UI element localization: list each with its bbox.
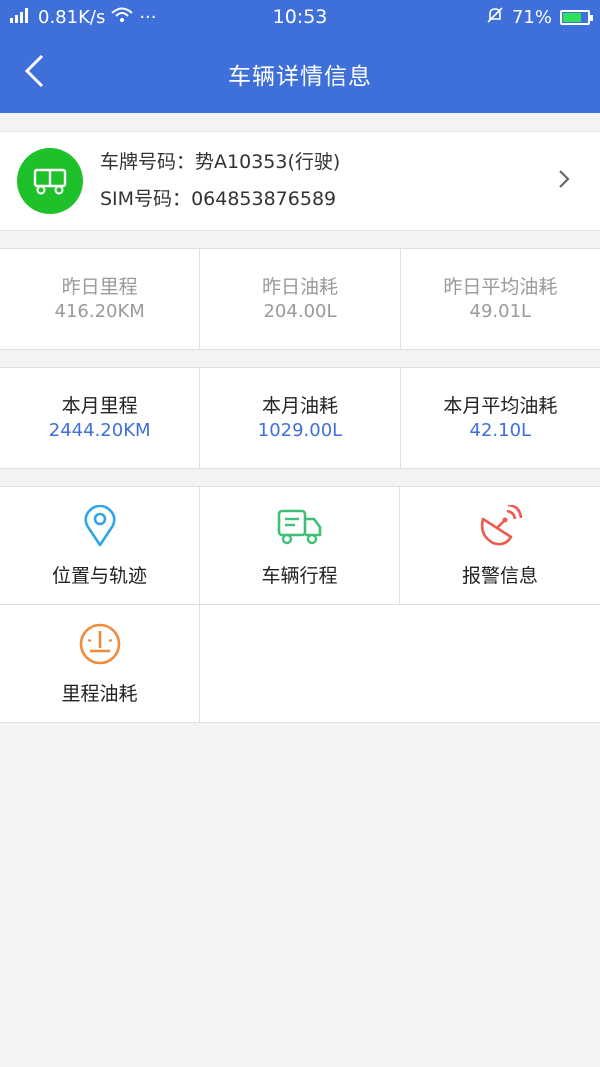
menu-label: 位置与轨迹: [51, 565, 147, 587]
stat-value: 204.00L: [263, 301, 337, 322]
stat-label: 昨日平均油耗: [443, 276, 558, 298]
empty-cell: [200, 605, 600, 722]
back-button[interactable]: [18, 54, 52, 88]
status-bar: 0.81K/s ··· 10:53 71%: [0, 0, 600, 34]
stat-yesterday-mileage: 昨日里程 416.20KM: [0, 249, 201, 349]
menu-label: 里程油耗: [61, 683, 138, 705]
stat-label: 本月油耗: [261, 395, 338, 417]
stat-label: 昨日里程: [61, 276, 138, 298]
stat-value: 42.10L: [469, 420, 532, 441]
menu-vehicle-trip[interactable]: 车辆行程: [200, 487, 400, 604]
vehicle-info-card[interactable]: 车牌号码：势A10353(行驶) SIM号码：064853876589: [0, 131, 600, 231]
battery-icon: [560, 9, 593, 25]
stat-label: 本月里程: [61, 395, 138, 417]
yesterday-stats: 昨日里程 416.20KM 昨日油耗 204.00L 昨日平均油耗 49.01L: [0, 248, 600, 350]
stat-value: 49.01L: [469, 301, 532, 322]
month-stats: 本月里程 2444.20KM 本月油耗 1029.00L 本月平均油耗 42.1…: [0, 367, 600, 469]
stat-month-fuel: 本月油耗 1029.00L: [200, 368, 401, 468]
stat-yesterday-fuel: 昨日油耗 204.00L: [200, 249, 401, 349]
chevron-right-icon: [558, 169, 570, 193]
feature-menu: 位置与轨迹 车辆行程 报警信息 里程油耗: [0, 486, 600, 723]
stat-month-mileage: 本月里程 2444.20KM: [0, 368, 201, 468]
stat-value: 416.20KM: [54, 301, 145, 322]
stat-yesterday-avg-fuel: 昨日平均油耗 49.01L: [401, 249, 600, 349]
stat-label: 昨日油耗: [261, 276, 338, 298]
sim-label: SIM号码：: [100, 188, 192, 210]
menu-alarm-info[interactable]: 报警信息: [400, 487, 600, 604]
plate-number: 势A10353(行驶): [195, 151, 341, 173]
vehicle-avatar-icon: [17, 148, 83, 214]
stat-value: 2444.20KM: [48, 420, 151, 441]
menu-location-track[interactable]: 位置与轨迹: [0, 487, 200, 604]
app-header-bar: 0.81K/s ··· 10:53 71% 车辆详情信息: [0, 0, 600, 113]
menu-label: 车辆行程: [261, 565, 338, 587]
sim-row: SIM号码：064853876589: [100, 181, 340, 218]
stat-label: 本月平均油耗: [443, 395, 558, 417]
menu-label: 报警信息: [461, 565, 538, 587]
stat-month-avg-fuel: 本月平均油耗 42.10L: [401, 368, 600, 468]
plate-row: 车牌号码：势A10353(行驶): [100, 144, 340, 181]
sim-number: 064853876589: [191, 188, 337, 210]
location-pin-icon: [83, 503, 117, 549]
gauge-icon: [78, 621, 122, 667]
satellite-dish-icon: [477, 503, 523, 549]
menu-mileage-fuel[interactable]: 里程油耗: [0, 605, 200, 722]
plate-label: 车牌号码：: [100, 151, 196, 173]
page-title: 车辆详情信息: [228, 63, 372, 90]
clock: 10:53: [272, 6, 328, 28]
truck-icon: [277, 503, 323, 549]
stat-value: 1029.00L: [257, 420, 343, 441]
